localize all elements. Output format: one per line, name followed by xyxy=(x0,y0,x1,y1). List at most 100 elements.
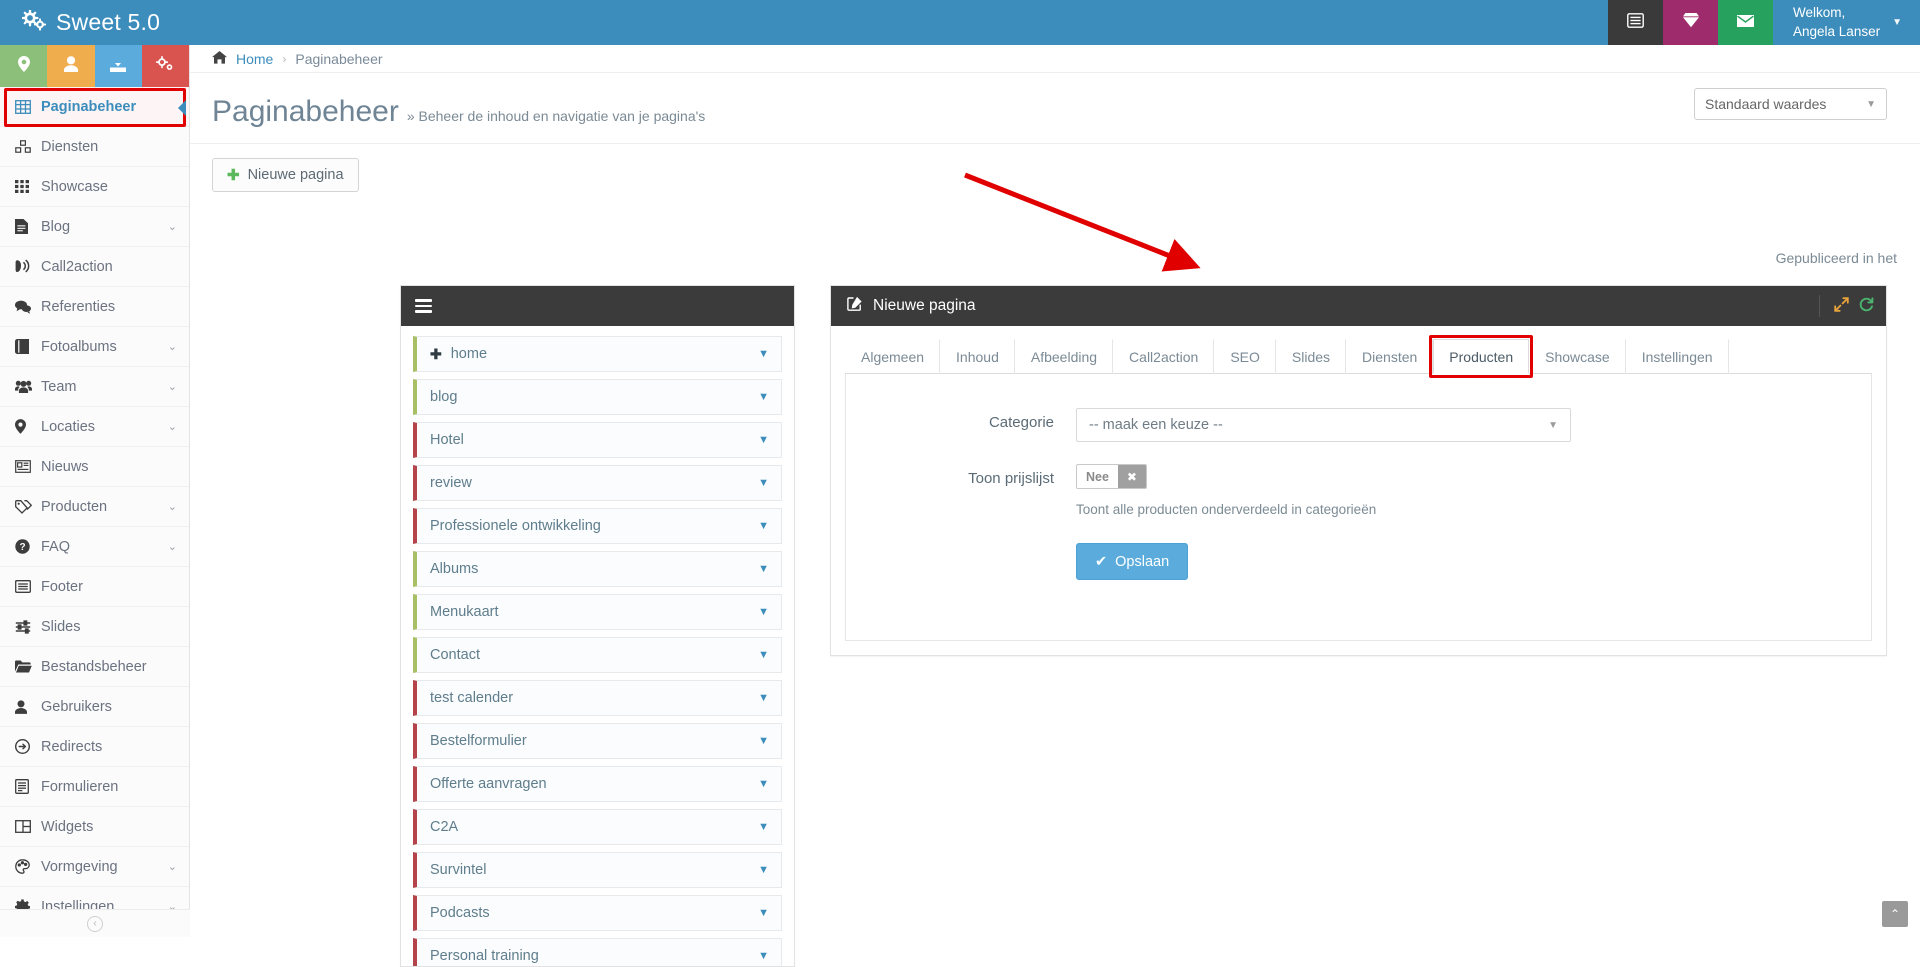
refresh-icon[interactable] xyxy=(1859,297,1874,315)
sidebar-item-bestandsbeheer[interactable]: Bestandsbeheer xyxy=(0,647,189,687)
chevron-down-icon[interactable]: ▼ xyxy=(758,950,769,962)
chevron-down-icon[interactable]: ▼ xyxy=(758,864,769,876)
sidebar-item-redirects[interactable]: Redirects xyxy=(0,727,189,767)
file-text-icon xyxy=(15,219,41,234)
sidebar-item-footer[interactable]: Footer xyxy=(0,567,189,607)
chevron-down-icon[interactable]: ▼ xyxy=(758,778,769,790)
sidebar-item-formulieren[interactable]: Formulieren xyxy=(0,767,189,807)
sidebar-item-label: Referenties xyxy=(41,298,116,315)
categorie-select[interactable]: -- maak een keuze -- ▼ xyxy=(1076,408,1571,442)
download-action[interactable] xyxy=(94,45,142,87)
chevron-down-icon[interactable]: ▼ xyxy=(758,907,769,919)
list-item[interactable]: Personal training ▼ xyxy=(413,938,782,966)
tab-seo[interactable]: SEO xyxy=(1214,339,1276,374)
standaard-waardes-value: Standaard waardes xyxy=(1705,96,1827,112)
chevron-down-icon[interactable]: ▼ xyxy=(758,735,769,747)
tab-producten[interactable]: Producten xyxy=(1433,339,1530,374)
sidebar-item-blog[interactable]: Blog ⌄ xyxy=(0,207,189,247)
tab-call2action[interactable]: Call2action xyxy=(1113,339,1215,374)
list-item[interactable]: C2A ▼ xyxy=(413,809,782,845)
sidebar-item-referenties[interactable]: Referenties xyxy=(0,287,189,327)
list-item[interactable]: ✚ home ▼ xyxy=(413,336,782,372)
sidebar-item-locaties[interactable]: Locaties ⌄ xyxy=(0,407,189,447)
hamburger-icon[interactable] xyxy=(415,296,432,316)
tab-afbeelding[interactable]: Afbeelding xyxy=(1015,339,1114,374)
sidebar-item-showcase[interactable]: Showcase xyxy=(0,167,189,207)
expand-icon[interactable] xyxy=(1834,297,1849,315)
sidebar-item-producten[interactable]: Producten ⌄ xyxy=(0,487,189,527)
prijslijst-toggle[interactable]: Nee ✖ xyxy=(1076,464,1147,489)
settings-action[interactable] xyxy=(141,45,189,87)
page-list-body: ✚ home ▼ blog ▼ Hotel ▼ review ▼ Profess… xyxy=(401,326,794,966)
brand-logo[interactable]: Sweet 5.0 xyxy=(0,0,190,45)
breadcrumb-item-paginabeheer[interactable]: Paginabeheer xyxy=(295,51,382,67)
list-item[interactable]: review ▼ xyxy=(413,465,782,501)
location-action[interactable] xyxy=(0,45,48,87)
list-item[interactable]: blog ▼ xyxy=(413,379,782,415)
sidebar-item-call2action[interactable]: Call2action xyxy=(0,247,189,287)
list-item[interactable]: Albums ▼ xyxy=(413,551,782,587)
user-menu[interactable]: Welkom, Angela Lanser ▼ xyxy=(1773,0,1920,45)
sidebar-item-label: Widgets xyxy=(41,818,94,835)
tab-inhoud[interactable]: Inhoud xyxy=(940,339,1015,374)
chevron-down-icon[interactable]: ▼ xyxy=(758,821,769,833)
breadcrumb-item-home[interactable]: Home xyxy=(236,51,273,67)
sidebar-item-team[interactable]: Team ⌄ xyxy=(0,367,189,407)
tab-showcase[interactable]: Showcase xyxy=(1529,339,1626,374)
sliders-icon xyxy=(15,619,41,634)
list-item[interactable]: Bestelformulier ▼ xyxy=(413,723,782,759)
arrow-circle-icon xyxy=(15,739,41,754)
chevron-down-icon[interactable]: ▼ xyxy=(758,692,769,704)
sidebar-item-faq[interactable]: ? FAQ ⌄ xyxy=(0,527,189,567)
sidebar-item-fotoalbums[interactable]: Fotoalbums ⌄ xyxy=(0,327,189,367)
sidebar-item-diensten[interactable]: Diensten xyxy=(0,127,189,167)
scroll-to-top-button[interactable]: ⌃ xyxy=(1882,901,1908,927)
tab-diensten[interactable]: Diensten xyxy=(1346,339,1434,374)
sidebar-item-label: Locaties xyxy=(41,418,96,435)
user-action[interactable] xyxy=(47,45,95,87)
sidebar-item-label: Slides xyxy=(41,618,81,635)
gears-icon xyxy=(21,9,47,35)
page-subtitle: » Beheer de inhoud en navigatie van je p… xyxy=(406,108,706,124)
tab-algemeen[interactable]: Algemeen xyxy=(845,339,941,374)
sidebar-item-gebruikers[interactable]: Gebruikers xyxy=(0,687,189,727)
save-button[interactable]: ✔ Opslaan xyxy=(1076,543,1189,580)
user-greeting: Welkom, xyxy=(1793,5,1846,21)
prijslijst-toggle-value: Nee xyxy=(1086,469,1109,484)
chevron-down-icon[interactable]: ▼ xyxy=(758,391,769,403)
sidebar-item-widgets[interactable]: Widgets xyxy=(0,807,189,847)
list-item[interactable]: Menukaart ▼ xyxy=(413,594,782,630)
sidebar-item-slides[interactable]: Slides xyxy=(0,607,189,647)
list-button[interactable] xyxy=(1608,0,1664,45)
chevron-down-icon[interactable]: ▼ xyxy=(758,606,769,618)
chevron-down-icon[interactable]: ▼ xyxy=(758,520,769,532)
tab-instellingen[interactable]: Instellingen xyxy=(1626,339,1729,374)
chevron-down-icon[interactable]: ▼ xyxy=(758,477,769,489)
tab-slides[interactable]: Slides xyxy=(1276,339,1347,374)
list-item[interactable]: Contact ▼ xyxy=(413,637,782,673)
mail-button[interactable] xyxy=(1718,0,1774,45)
list-item-label: Menukaart xyxy=(430,604,499,620)
sidebar-item-nieuws[interactable]: Nieuws xyxy=(0,447,189,487)
list-item[interactable]: Survintel ▼ xyxy=(413,852,782,888)
sidebar-collapse-bar[interactable]: ‹ xyxy=(0,909,190,937)
chevron-down-icon[interactable]: ▼ xyxy=(758,563,769,575)
chevron-down-icon[interactable]: ▼ xyxy=(758,649,769,661)
list-item[interactable]: Hotel ▼ xyxy=(413,422,782,458)
standaard-waardes-select[interactable]: Standaard waardes ▼ xyxy=(1694,88,1887,120)
sidebar: Paginabeheer Diensten Showcase Blog ⌄ Ca… xyxy=(0,45,190,937)
chevron-down-icon[interactable]: ▼ xyxy=(758,348,769,360)
list-item[interactable]: Professionele ontwikkeling ▼ xyxy=(413,508,782,544)
list-item[interactable]: Podcasts ▼ xyxy=(413,895,782,931)
list-item[interactable]: test calender ▼ xyxy=(413,680,782,716)
chevron-down-icon[interactable]: ▼ xyxy=(758,434,769,446)
book-icon xyxy=(15,339,41,354)
sidebar-item-paginabeheer[interactable]: Paginabeheer xyxy=(0,87,189,127)
list-item[interactable]: Offerte aanvragen ▼ xyxy=(413,766,782,802)
new-page-button[interactable]: ✚ Nieuwe pagina xyxy=(212,158,359,192)
list-item-label: Professionele ontwikkeling xyxy=(430,518,601,534)
editor-body: Algemeen Inhoud Afbeelding Call2action S… xyxy=(831,326,1886,655)
awards-button[interactable] xyxy=(1663,0,1719,45)
chevron-down-icon: ⌄ xyxy=(167,341,177,353)
sidebar-item-vormgeving[interactable]: Vormgeving ⌄ xyxy=(0,847,189,887)
